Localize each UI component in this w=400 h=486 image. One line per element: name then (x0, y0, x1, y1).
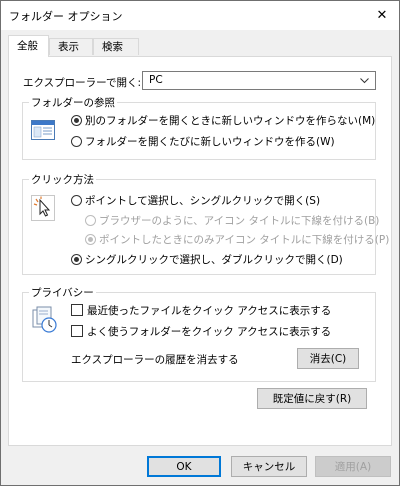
window-layout-icon (31, 120, 55, 143)
browse-folders-title: フォルダーの参照 (29, 95, 117, 110)
underline-always-label: ブラウザーのように、アイコン タイトルに下線を付ける(B) (99, 215, 380, 227)
apply-button[interactable]: 適用(A) (315, 456, 391, 477)
tab-general-label: 全般 (17, 40, 38, 52)
frequent-folders-label: よく使うフォルダーをクイック アクセスに表示する (87, 326, 332, 338)
cancel-button[interactable]: キャンセル (231, 456, 307, 477)
tab-search-label: 検索 (102, 41, 123, 53)
double-click-radio[interactable] (71, 254, 82, 265)
frequent-folders-checkbox[interactable] (71, 325, 83, 337)
underline-always-radio[interactable] (85, 215, 96, 226)
title-bar: フォルダー オプション ✕ (1, 1, 399, 30)
ok-button-label: OK (176, 460, 192, 473)
apply-button-label: 適用(A) (334, 461, 372, 473)
chevron-down-icon (360, 75, 369, 87)
single-click-label: ポイントして選択し、シングルクリックで開く(S) (85, 195, 321, 207)
tab-view[interactable]: 表示 (49, 38, 93, 55)
privacy-title: プライバシー (29, 285, 96, 300)
open-explorer-label: エクスプローラーで開く: (23, 77, 142, 89)
clear-history-button[interactable]: 消去(C) (297, 348, 359, 369)
clear-history-label: エクスプローラーの履歴を消去する (71, 354, 239, 366)
close-button[interactable]: ✕ (365, 1, 399, 30)
clear-history-button-label: 消去(C) (309, 353, 347, 365)
ok-button[interactable]: OK (147, 456, 221, 477)
restore-defaults-label: 既定値に戻す(R) (272, 393, 352, 405)
pointer-click-icon (31, 195, 55, 224)
privacy-group: プライバシー 最近使ったファイルをクイック アクセスに表示する よく使うフォルダ… (22, 285, 376, 382)
click-method-title: クリック方法 (29, 172, 96, 187)
recent-files-checkbox[interactable] (71, 304, 83, 316)
window-title: フォルダー オプション (9, 10, 123, 23)
open-explorer-value: PC (149, 74, 163, 86)
open-explorer-dropdown[interactable]: PC (142, 71, 376, 90)
cancel-button-label: キャンセル (242, 461, 296, 473)
tab-view-label: 表示 (58, 41, 79, 53)
new-window-label: フォルダーを開くたびに新しいウィンドウを作る(W) (85, 136, 335, 148)
new-window-radio[interactable] (71, 136, 82, 147)
folder-options-dialog: フォルダー オプション ✕ 全般 表示 検索 エクスプローラーで開く: PC フ… (0, 0, 400, 486)
click-method-group: クリック方法 ポイントして選択し、シングルクリックで開く(S) ブラウザーのよう… (22, 172, 389, 275)
general-tab-panel: エクスプローラーで開く: PC フォルダーの参照 別のフォルダーを開くときに新し… (8, 56, 392, 446)
double-click-label: シングルクリックで選択し、ダブルクリックで開く(D) (85, 254, 343, 266)
close-icon: ✕ (376, 8, 388, 23)
underline-hover-radio[interactable] (85, 234, 96, 245)
recent-files-icon (31, 306, 59, 337)
underline-hover-label: ポイントしたときにのみアイコン タイトルに下線を付ける(P) (99, 234, 390, 246)
tab-search[interactable]: 検索 (93, 38, 139, 55)
recent-files-label: 最近使ったファイルをクイック アクセスに表示する (87, 305, 332, 317)
tab-general[interactable]: 全般 (8, 35, 49, 57)
restore-defaults-button[interactable]: 既定値に戻す(R) (257, 388, 367, 409)
single-click-radio[interactable] (71, 195, 82, 206)
same-window-label: 別のフォルダーを開くときに新しいウィンドウを作らない(M) (85, 115, 376, 127)
same-window-radio[interactable] (71, 115, 82, 126)
browse-folders-group: フォルダーの参照 別のフォルダーを開くときに新しいウィンドウを作らない(M) フ… (22, 95, 376, 160)
